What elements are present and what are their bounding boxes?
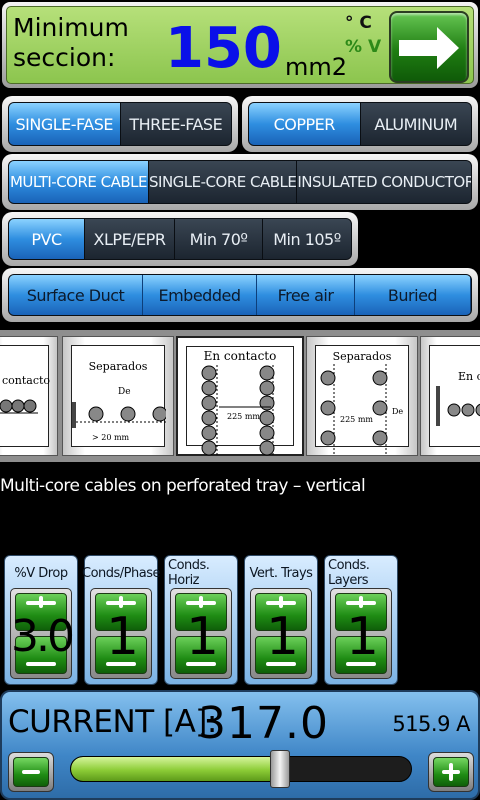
arrow-right-icon — [399, 27, 459, 69]
cable-diagram: De > 20 mm — [72, 387, 166, 442]
insulation-selector: PVC XLPE/EPR Min 70º Min 105º — [8, 218, 352, 260]
drop-unit-label[interactable]: % V — [345, 37, 381, 57]
result-panel: Minimum seccion: 150 mm2 ° C % V — [2, 2, 478, 88]
diagram-card[interactable]: Separados 225 mm De — [306, 336, 418, 456]
counter-value: 1 — [105, 607, 139, 667]
diagram-card[interactable]: En cont — [420, 336, 480, 456]
material-selector: COPPER ALUMINUM — [248, 102, 472, 146]
counter-voltage-drop: %V Drop 3.0 — [4, 555, 78, 685]
min-section-label: Minimum seccion: — [13, 13, 129, 72]
decrease-current-button[interactable] — [8, 752, 54, 792]
svg-text:225 mm: 225 mm — [227, 412, 260, 421]
slider-thumb[interactable] — [270, 750, 291, 788]
current-max: 515.9 A — [392, 712, 470, 736]
cable-diagram — [0, 399, 38, 414]
svg-text:225 mm: 225 mm — [340, 415, 373, 424]
installation-caption: Multi-core cables on perforated tray – v… — [0, 476, 366, 496]
cable-diagram: 225 mm De — [320, 364, 403, 456]
insulation-option-pvc[interactable]: PVC — [9, 219, 85, 259]
counter-conds-phase: Conds/Phase 1 — [82, 555, 161, 685]
counter-label: Vert. Trays — [249, 565, 313, 581]
svg-text:De: De — [118, 387, 131, 397]
material-group: COPPER ALUMINUM — [242, 96, 478, 152]
insulation-group: PVC XLPE/EPR Min 70º Min 105º — [2, 212, 358, 266]
current-value: 317.0 — [198, 698, 329, 749]
current-slider[interactable] — [70, 756, 412, 782]
slider-fill — [71, 757, 282, 781]
current-label: CURRENT [A]: — [8, 704, 217, 740]
increase-current-button[interactable] — [428, 752, 474, 792]
next-button[interactable] — [389, 11, 469, 83]
insulation-option-105[interactable]: Min 105º — [263, 219, 351, 259]
insulation-option-70[interactable]: Min 70º — [175, 219, 263, 259]
cable-diagram: 225 mm — [201, 365, 275, 457]
current-panel: CURRENT [A]: 317.0 515.9 A — [0, 690, 480, 800]
counter-label: %V Drop — [14, 565, 68, 581]
cable-type-selector: MULTI-CORE CABLE SINGLE-CORE CABLE INSUL… — [8, 160, 472, 204]
installation-selector: Surface Duct Embedded Free air Buried — [8, 274, 472, 316]
svg-text:De: De — [392, 407, 403, 416]
installation-group: Surface Duct Embedded Free air Buried — [2, 268, 478, 322]
counter-label: Conds. Layers — [328, 558, 370, 588]
counter-value: 1 — [345, 607, 379, 667]
counter-label: Conds. Horiz — [168, 558, 210, 588]
svg-text:> 20 mm: > 20 mm — [92, 433, 130, 442]
installation-option-surface-duct[interactable]: Surface Duct — [9, 275, 143, 315]
diagram-card[interactable]: Separados De > 20 mm — [62, 336, 174, 456]
minus-icon — [13, 757, 49, 787]
material-option-copper[interactable]: COPPER — [249, 103, 361, 145]
phase-group: SINGLE-FASE THREE-FASE — [2, 96, 238, 152]
diagram-carousel[interactable]: contacto Separados De > 20 mm En contact… — [0, 330, 480, 462]
cable-type-group: MULTI-CORE CABLE SINGLE-CORE CABLE INSUL… — [2, 154, 478, 210]
min-section-value: 150 — [165, 16, 282, 81]
result-display: Minimum seccion: 150 mm2 ° C % V — [6, 6, 474, 84]
counter-conds-layers: Conds. Layers 1 — [324, 555, 398, 685]
temp-unit-label[interactable]: ° C — [345, 13, 372, 33]
counter-value: 1 — [265, 607, 299, 667]
cable-option-single-core[interactable]: SINGLE-CORE CABLE — [149, 161, 298, 203]
phase-option-three[interactable]: THREE-FASE — [120, 103, 231, 145]
counter-value: 1 — [185, 607, 219, 667]
cable-option-insulated[interactable]: INSULATED CONDUCTOR — [297, 161, 471, 203]
diagram-card-selected[interactable]: En contacto 225 mm — [176, 336, 304, 457]
installation-option-free-air[interactable]: Free air — [257, 275, 355, 315]
min-section-unit: mm2 — [285, 53, 348, 81]
phase-selector: SINGLE-FASE THREE-FASE — [8, 102, 232, 146]
diagram-card[interactable]: contacto — [0, 336, 58, 456]
counter-label: Conds/Phase — [82, 565, 161, 581]
plus-icon — [433, 757, 469, 787]
counter-conds-horiz: Conds. Horiz 1 — [164, 555, 238, 685]
installation-option-embedded[interactable]: Embedded — [143, 275, 257, 315]
counter-vert-trays: Vert. Trays 1 — [244, 555, 318, 685]
insulation-option-xlpe[interactable]: XLPE/EPR — [85, 219, 175, 259]
cable-diagram — [436, 386, 480, 426]
material-option-aluminum[interactable]: ALUMINUM — [360, 103, 471, 145]
installation-option-buried[interactable]: Buried — [355, 275, 471, 315]
cable-option-multi-core[interactable]: MULTI-CORE CABLE — [9, 161, 149, 203]
counter-value: 3.0 — [11, 611, 75, 662]
phase-option-single[interactable]: SINGLE-FASE — [9, 103, 121, 145]
